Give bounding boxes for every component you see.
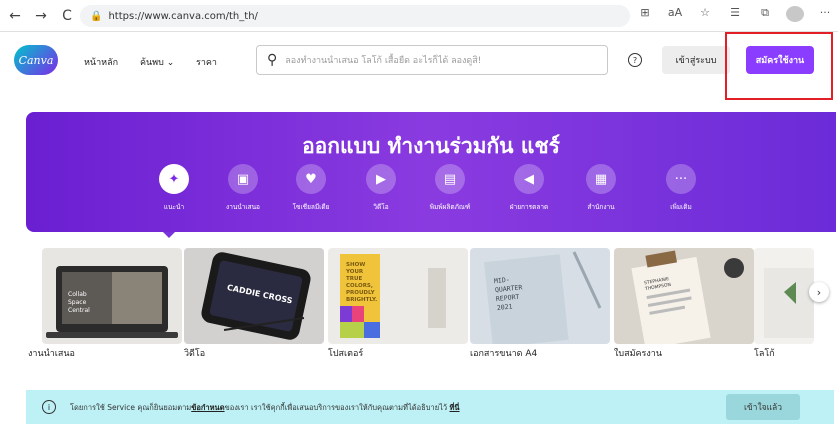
svg-text:YOUR: YOUR: [345, 269, 364, 275]
read-aloud-icon[interactable]: aA: [666, 6, 684, 25]
template-label: โปสเตอร์: [328, 349, 364, 359]
report-image: MID- QUARTER REPORT 2021: [484, 251, 602, 344]
category-office[interactable]: ▦ สำนักงาน: [566, 164, 636, 212]
svg-text:MID-: MID-: [494, 276, 510, 286]
back-icon[interactable]: ←: [4, 5, 26, 27]
laptop-image: Collab Space Central: [46, 266, 178, 338]
template-label: เอกสารขนาด A4: [470, 349, 538, 359]
template-label: โลโก้: [754, 349, 775, 359]
search-icon: ⚲: [267, 52, 278, 68]
template-card-video[interactable]: CADDIE CROSS: [184, 248, 324, 344]
category-recommended[interactable]: ✦ แนะนำ: [139, 164, 209, 212]
terms-link[interactable]: ข้อกำหนด: [191, 403, 224, 412]
profile-avatar[interactable]: [786, 6, 804, 25]
reload-icon[interactable]: C: [56, 5, 78, 27]
briefcase-icon: ▦: [586, 164, 616, 194]
category-label: งานนำเสนอ: [226, 203, 260, 211]
grid-icon[interactable]: ⊞: [636, 6, 654, 25]
template-label: งานนำเสนอ: [28, 349, 75, 359]
svg-text:COLORS,: COLORS,: [346, 283, 373, 289]
heart-icon: ♥: [296, 164, 326, 194]
svg-text:Central: Central: [68, 307, 90, 314]
resume-image: STEPHANIE THOMPSON: [631, 250, 744, 344]
phone-image: CADDIE CROSS: [201, 252, 311, 340]
chevron-right-icon[interactable]: ›: [809, 282, 829, 302]
logo-image: [764, 268, 814, 338]
more-dots-icon: ···: [666, 164, 696, 194]
search-placeholder: ลองทำงานนำเสนอ โลโก้ เสื้อยืด อะไรก็ได้ …: [285, 56, 482, 66]
collections-icon[interactable]: ⧉: [756, 6, 774, 25]
info-icon: i: [42, 400, 56, 414]
nav-home[interactable]: หน้าหลัก: [84, 55, 118, 69]
browser-toolbar: ← → C 🔒 https://www.canva.com/th_th/ ⊞ a…: [0, 0, 838, 32]
template-card-resume[interactable]: STEPHANIE THOMPSON: [614, 248, 754, 344]
presentation-icon: ▣: [228, 164, 258, 194]
template-card-logo[interactable]: [754, 248, 814, 344]
active-category-indicator: [163, 232, 175, 238]
lock-icon: 🔒: [90, 10, 103, 22]
template-gallery: Collab Space Central CADDIE CROSS SHOW Y…: [0, 242, 838, 362]
more-icon[interactable]: ···: [816, 6, 834, 25]
category-label: โซเชียลมีเดีย: [292, 203, 330, 211]
template-card-presentation[interactable]: Collab Space Central: [42, 248, 182, 344]
template-card-a4[interactable]: MID- QUARTER REPORT 2021: [470, 248, 610, 344]
help-icon[interactable]: ?: [628, 53, 642, 67]
favorite-icon[interactable]: ☆: [696, 6, 714, 25]
browser-actions: ⊞ aA ☆ ☰ ⧉ ···: [636, 6, 834, 25]
poster-image: SHOW YOUR TRUE COLORS, PROUDLY BRIGHTLY.: [340, 254, 446, 338]
video-icon: ▶: [366, 164, 396, 194]
category-label: เพิ่มเติม: [670, 203, 692, 211]
category-more[interactable]: ··· เพิ่มเติม: [646, 164, 716, 212]
forward-icon[interactable]: →: [30, 5, 52, 27]
svg-text:SHOW: SHOW: [346, 262, 365, 268]
template-label: วิดีโอ: [184, 349, 206, 359]
nav-discover[interactable]: ค้นพบ ⌄: [140, 55, 174, 69]
svg-text:2021: 2021: [496, 302, 512, 312]
accept-cookies-button[interactable]: เข้าใจแล้ว: [726, 394, 800, 420]
search-input[interactable]: ⚲ ลองทำงานนำเสนอ โลโก้ เสื้อยืด อะไรก็ได…: [256, 45, 608, 75]
url-text: https://www.canva.com/th_th/: [108, 10, 258, 22]
cookie-text: โดยการใช้ Service คุณก็ยินยอมตามข้อกำหนด…: [70, 403, 460, 412]
category-label: วิดีโอ: [373, 203, 389, 211]
site-header: Canva หน้าหลัก ค้นพบ ⌄ ราคา ⚲ ลองทำงานนำ…: [0, 33, 838, 89]
megaphone-icon: ◀: [514, 164, 544, 194]
svg-text:Space: Space: [68, 299, 87, 306]
svg-text:PROUDLY: PROUDLY: [346, 290, 376, 296]
category-label: แนะนำ: [163, 203, 185, 211]
svg-text:Collab: Collab: [68, 291, 87, 298]
cookie-banner: i โดยการใช้ Service คุณก็ยินยอมตามข้อกำห…: [26, 390, 834, 424]
address-bar[interactable]: 🔒 https://www.canva.com/th_th/: [80, 5, 630, 27]
chevron-down-icon: ⌄: [166, 58, 175, 68]
category-label: ฝ่ายการตลาด: [509, 203, 549, 211]
sparkle-icon: ✦: [159, 164, 189, 194]
template-label: ใบสมัครงาน: [614, 349, 662, 359]
favorites-list-icon[interactable]: ☰: [726, 6, 744, 25]
login-button[interactable]: เข้าสู่ระบบ: [662, 46, 730, 74]
category-video[interactable]: ▶ วิดีโอ: [346, 164, 416, 212]
category-label: พิมพ์ผลิตภัณฑ์: [429, 203, 471, 211]
category-social-media[interactable]: ♥ โซเชียลมีเดีย: [276, 164, 346, 212]
category-presentation[interactable]: ▣ งานนำเสนอ: [208, 164, 278, 212]
template-card-poster[interactable]: SHOW YOUR TRUE COLORS, PROUDLY BRIGHTLY.: [328, 248, 468, 344]
svg-text:TRUE: TRUE: [346, 276, 362, 282]
print-icon: ▤: [435, 164, 465, 194]
canva-logo[interactable]: Canva: [14, 45, 58, 75]
category-print[interactable]: ▤ พิมพ์ผลิตภัณฑ์: [415, 164, 485, 212]
category-marketing[interactable]: ◀ ฝ่ายการตลาด: [494, 164, 564, 212]
here-link[interactable]: ที่นี่: [449, 403, 459, 412]
highlight-box: [725, 32, 833, 100]
hero-banner: ออกแบบ ทำงานร่วมกัน แชร์ ✦ แนะนำ ▣ งานนำ…: [26, 112, 836, 232]
svg-text:BRIGHTLY.: BRIGHTLY.: [346, 297, 377, 303]
nav-pricing[interactable]: ราคา: [196, 55, 217, 69]
hero-title: ออกแบบ ทำงานร่วมกัน แชร์: [302, 134, 560, 158]
category-label: สำนักงาน: [587, 203, 615, 211]
